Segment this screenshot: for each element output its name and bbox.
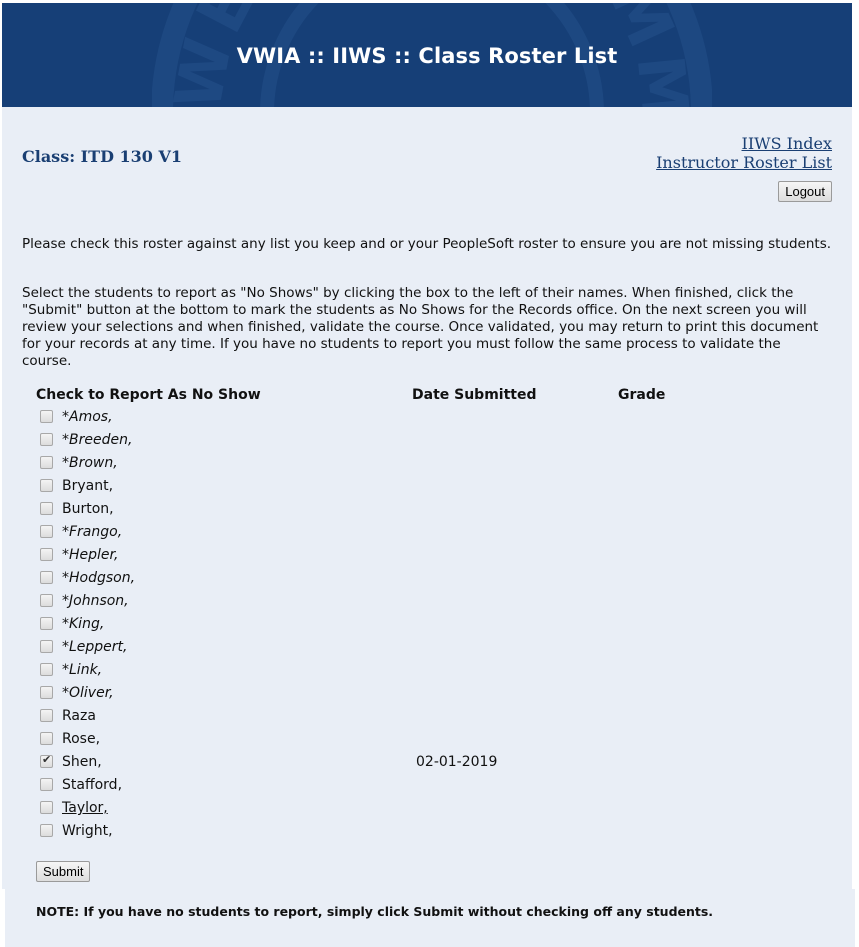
column-header-grade: Grade xyxy=(618,387,666,403)
no-show-checkbox[interactable]: ✔ xyxy=(40,594,53,607)
student-name: *Frango, xyxy=(62,524,123,540)
checkmark-icon: ✔ xyxy=(42,753,52,766)
table-row: ✔ Taylor, xyxy=(38,796,818,819)
table-row: ✔ *Brown, xyxy=(38,451,818,474)
student-name: *Brown, xyxy=(62,455,118,471)
no-show-checkbox[interactable]: ✔ xyxy=(40,479,53,492)
no-show-checkbox[interactable]: ✔ xyxy=(40,433,53,446)
table-row: ✔ *Hodgson, xyxy=(38,566,818,589)
student-name: Raza xyxy=(62,708,96,724)
student-name: *Amos, xyxy=(62,409,113,425)
student-name: *Link, xyxy=(62,662,103,678)
table-row: ✔ *Link, xyxy=(38,658,818,681)
no-show-checkbox[interactable]: ✔ xyxy=(40,824,53,837)
instructor-roster-list-link[interactable]: Instructor Roster List xyxy=(656,153,832,172)
submit-button[interactable]: Submit xyxy=(36,861,91,882)
nav-links: IIWS Index Instructor Roster List xyxy=(656,134,832,172)
table-row: ✔ *Breeden, xyxy=(38,428,818,451)
table-row: ✔ Stafford, xyxy=(38,773,818,796)
page-title: VWIA :: IIWS :: Class Roster List xyxy=(236,44,618,68)
student-name: *Hodgson, xyxy=(62,570,136,586)
table-row: ✔ *Oliver, xyxy=(38,681,818,704)
table-row: ✔ *King, xyxy=(38,612,818,635)
table-row: ✔ *Amos, xyxy=(38,405,818,428)
table-row: ✔ Burton, xyxy=(38,497,818,520)
student-name[interactable]: Taylor, xyxy=(62,800,108,816)
main-panel: Class: ITD 130 V1 IIWS Index Instructor … xyxy=(2,107,852,889)
student-name: *Oliver, xyxy=(62,685,114,701)
no-show-checkbox[interactable]: ✔ xyxy=(40,548,53,561)
no-show-checkbox[interactable]: ✔ xyxy=(40,663,53,676)
no-show-checkbox[interactable]: ✔ xyxy=(40,502,53,515)
no-show-checkbox[interactable]: ✔ xyxy=(40,456,53,469)
class-label: Class: ITD 130 V1 xyxy=(22,147,183,166)
logout-button[interactable]: Logout xyxy=(778,181,832,202)
table-row: ✔ *Hepler, xyxy=(38,543,818,566)
student-name: Shen, xyxy=(62,754,102,770)
no-show-checkbox[interactable]: ✔ xyxy=(40,410,53,423)
student-name: *Johnson, xyxy=(62,593,129,609)
no-show-checkbox[interactable]: ✔ xyxy=(40,801,53,814)
page-header: WESTERN COMMUNITY VWIA :: IIWS :: Class … xyxy=(2,3,852,107)
student-name: *Hepler, xyxy=(62,547,119,563)
roster-list: ✔ *Amos, ✔ *Breeden, ✔ *Brown, ✔ Bryant, ✔ Burton… xyxy=(38,405,818,842)
table-row: ✔ *Frango, xyxy=(38,520,818,543)
no-show-checkbox[interactable]: ✔ xyxy=(40,753,53,768)
no-show-checkbox[interactable]: ✔ xyxy=(40,732,53,745)
table-row: ✔ Raza xyxy=(38,704,818,727)
student-name: Rose, xyxy=(62,731,101,747)
table-row: ✔ Wright, xyxy=(38,819,818,842)
table-row: ✔ *Johnson, xyxy=(38,589,818,612)
table-row: ✔ Rose, xyxy=(38,727,818,750)
no-show-checkbox[interactable]: ✔ xyxy=(40,709,53,722)
note-panel: NOTE: If you have no students to report,… xyxy=(5,889,855,947)
student-name: Burton, xyxy=(62,501,114,517)
table-row: ✔ *Leppert, xyxy=(38,635,818,658)
date-submitted: 02-01-2019 xyxy=(416,754,498,770)
no-show-checkbox[interactable]: ✔ xyxy=(40,617,53,630)
no-show-checkbox[interactable]: ✔ xyxy=(40,640,53,653)
column-header-no-show: Check to Report As No Show xyxy=(36,387,261,403)
table-row: ✔ Bryant, xyxy=(38,474,818,497)
no-show-checkbox[interactable]: ✔ xyxy=(40,686,53,699)
student-name: *Breeden, xyxy=(62,432,133,448)
no-show-checkbox[interactable]: ✔ xyxy=(40,571,53,584)
student-name: Stafford, xyxy=(62,777,123,793)
student-name: Wright, xyxy=(62,823,113,839)
student-name: *King, xyxy=(62,616,105,632)
student-name: Bryant, xyxy=(62,478,114,494)
column-header-date-submitted: Date Submitted xyxy=(412,387,537,403)
instructions-paragraph-2: Select the students to report as "No Sho… xyxy=(22,285,819,369)
footer-note: NOTE: If you have no students to report,… xyxy=(36,904,714,919)
no-show-checkbox[interactable]: ✔ xyxy=(40,525,53,538)
iiws-index-link[interactable]: IIWS Index xyxy=(656,134,833,153)
student-name: *Leppert, xyxy=(62,639,128,655)
instructions-paragraph-1: Please check this roster against any lis… xyxy=(22,236,832,252)
table-row: ✔ Shen, 02-01-2019 xyxy=(38,750,818,773)
no-show-checkbox[interactable]: ✔ xyxy=(40,778,53,791)
